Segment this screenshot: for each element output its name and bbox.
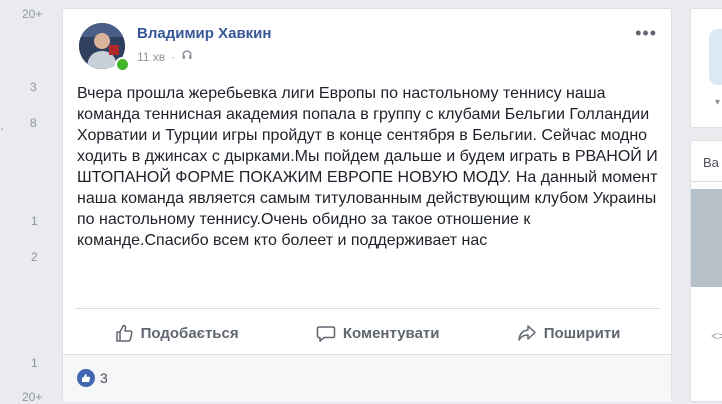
- dot-separator: ·: [171, 49, 176, 64]
- count-label: 2: [31, 250, 38, 264]
- post-text: Вчера прошла жеребьевка лиги Европы по н…: [77, 85, 658, 249]
- right-card-image[interactable]: [709, 29, 722, 85]
- right-card-text: <>: [711, 329, 722, 343]
- count-label: 3: [30, 80, 37, 94]
- like-count[interactable]: 3: [100, 370, 108, 386]
- right-card: ▾: [690, 8, 722, 128]
- share-icon: [517, 323, 537, 343]
- like-reaction-icon[interactable]: [77, 369, 95, 387]
- post-timestamp[interactable]: 11 хв: [137, 50, 165, 64]
- more-options-icon[interactable]: •••: [635, 23, 657, 44]
- right-column: ▾ Ва <>: [685, 0, 722, 402]
- online-status-dot: [115, 57, 130, 72]
- reactions-footer: 3: [63, 354, 671, 402]
- right-card-photo[interactable]: [691, 189, 722, 287]
- divider: [75, 308, 659, 309]
- author-name[interactable]: Владимир Хавкин: [137, 25, 271, 42]
- like-label: Подобається: [140, 324, 239, 342]
- comment-button[interactable]: Коментувати: [316, 323, 440, 343]
- comment-icon: [316, 323, 336, 343]
- bullet-mark: ·: [0, 120, 5, 136]
- thumbs-up-icon: [114, 323, 134, 343]
- post-meta: 11 хв ·: [137, 49, 193, 64]
- share-label: Поширити: [543, 324, 621, 342]
- count-label: 20+: [22, 390, 43, 404]
- privacy-icon[interactable]: [181, 49, 193, 64]
- count-label: 20+: [22, 7, 43, 21]
- count-label: 8: [30, 116, 37, 130]
- right-card-title: Ва: [703, 155, 719, 170]
- count-label: 1: [31, 356, 38, 370]
- post-card: Владимир Хавкин 11 хв · ••• Вчера прошла…: [62, 8, 672, 402]
- right-card: Ва <>: [690, 140, 722, 402]
- left-column: 20+ 3 8 1 2 1 20+ ·: [0, 0, 60, 404]
- comment-label: Коментувати: [342, 324, 440, 342]
- share-button[interactable]: Поширити: [517, 323, 621, 343]
- post-actions: Подобається Коментувати Поширити: [75, 313, 659, 353]
- count-label: 1: [31, 214, 38, 228]
- like-button[interactable]: Подобається: [114, 323, 239, 343]
- caret-down-icon[interactable]: ▾: [715, 97, 720, 108]
- divider: [691, 181, 722, 182]
